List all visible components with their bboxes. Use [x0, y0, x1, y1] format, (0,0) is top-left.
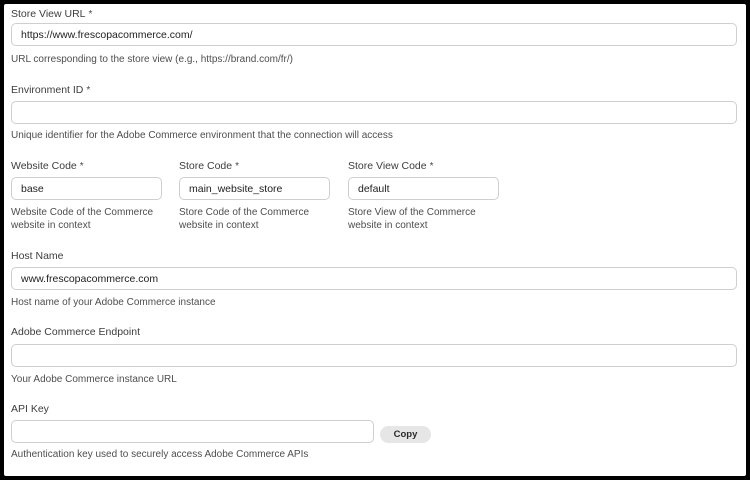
store-view-url-label: Store View URL *	[11, 8, 92, 21]
store-view-code-input[interactable]	[348, 177, 499, 200]
host-name-label: Host Name	[11, 250, 64, 263]
api-key-label-text: API Key	[11, 403, 49, 415]
required-asterisk: *	[86, 85, 91, 96]
api-key-input[interactable]	[11, 420, 374, 443]
store-view-url-label-text: Store View URL	[11, 8, 86, 20]
store-view-url-input[interactable]	[11, 23, 737, 46]
endpoint-label-text: Adobe Commerce Endpoint	[11, 326, 140, 338]
required-asterisk: *	[88, 9, 93, 20]
website-code-label-text: Website Code	[11, 160, 77, 172]
required-asterisk: *	[235, 161, 240, 172]
store-view-code-label: Store View Code *	[348, 160, 434, 173]
required-asterisk: *	[79, 161, 84, 172]
website-code-help-line1: Website Code of the Commerce	[11, 207, 154, 218]
environment-id-label: Environment ID *	[11, 84, 90, 97]
store-view-code-help-line1: Store View of the Commerce	[348, 207, 476, 218]
connection-settings-form: Store View URL* URL corresponding to the…	[4, 4, 746, 476]
host-name-input[interactable]	[11, 267, 737, 290]
endpoint-help: Your Adobe Commerce instance URL	[11, 374, 177, 385]
store-code-help-line1: Store Code of the Commerce	[179, 207, 310, 218]
copy-api-key-button[interactable]: Copy	[380, 426, 431, 443]
store-code-input[interactable]	[179, 177, 330, 200]
website-code-help: Website Code of the Commerce website in …	[11, 206, 153, 232]
endpoint-label: Adobe Commerce Endpoint	[11, 326, 140, 339]
store-view-code-label-text: Store View Code	[348, 160, 427, 172]
store-code-label: Store Code *	[179, 160, 239, 173]
store-code-label-text: Store Code	[179, 160, 233, 172]
api-key-help: Authentication key used to securely acce…	[11, 449, 309, 460]
endpoint-input[interactable]	[11, 344, 737, 367]
host-name-label-text: Host Name	[11, 250, 64, 262]
website-code-help-line2: website in context	[11, 220, 91, 231]
store-code-help-line2: website in context	[179, 220, 259, 231]
required-asterisk: *	[429, 161, 434, 172]
environment-id-help: Unique identifier for the Adobe Commerce…	[11, 130, 393, 141]
environment-id-label-text: Environment ID	[11, 84, 84, 96]
api-key-label: API Key	[11, 403, 49, 416]
store-code-help: Store Code of the Commerce website in co…	[179, 206, 309, 232]
website-code-input[interactable]	[11, 177, 162, 200]
host-name-help: Host name of your Adobe Commerce instanc…	[11, 297, 216, 308]
environment-id-input[interactable]	[11, 101, 737, 124]
store-view-code-help-line2: website in context	[348, 220, 428, 231]
store-view-code-help: Store View of the Commerce website in co…	[348, 206, 476, 232]
website-code-label: Website Code *	[11, 160, 84, 173]
store-view-url-help: URL corresponding to the store view (e.g…	[11, 54, 293, 65]
